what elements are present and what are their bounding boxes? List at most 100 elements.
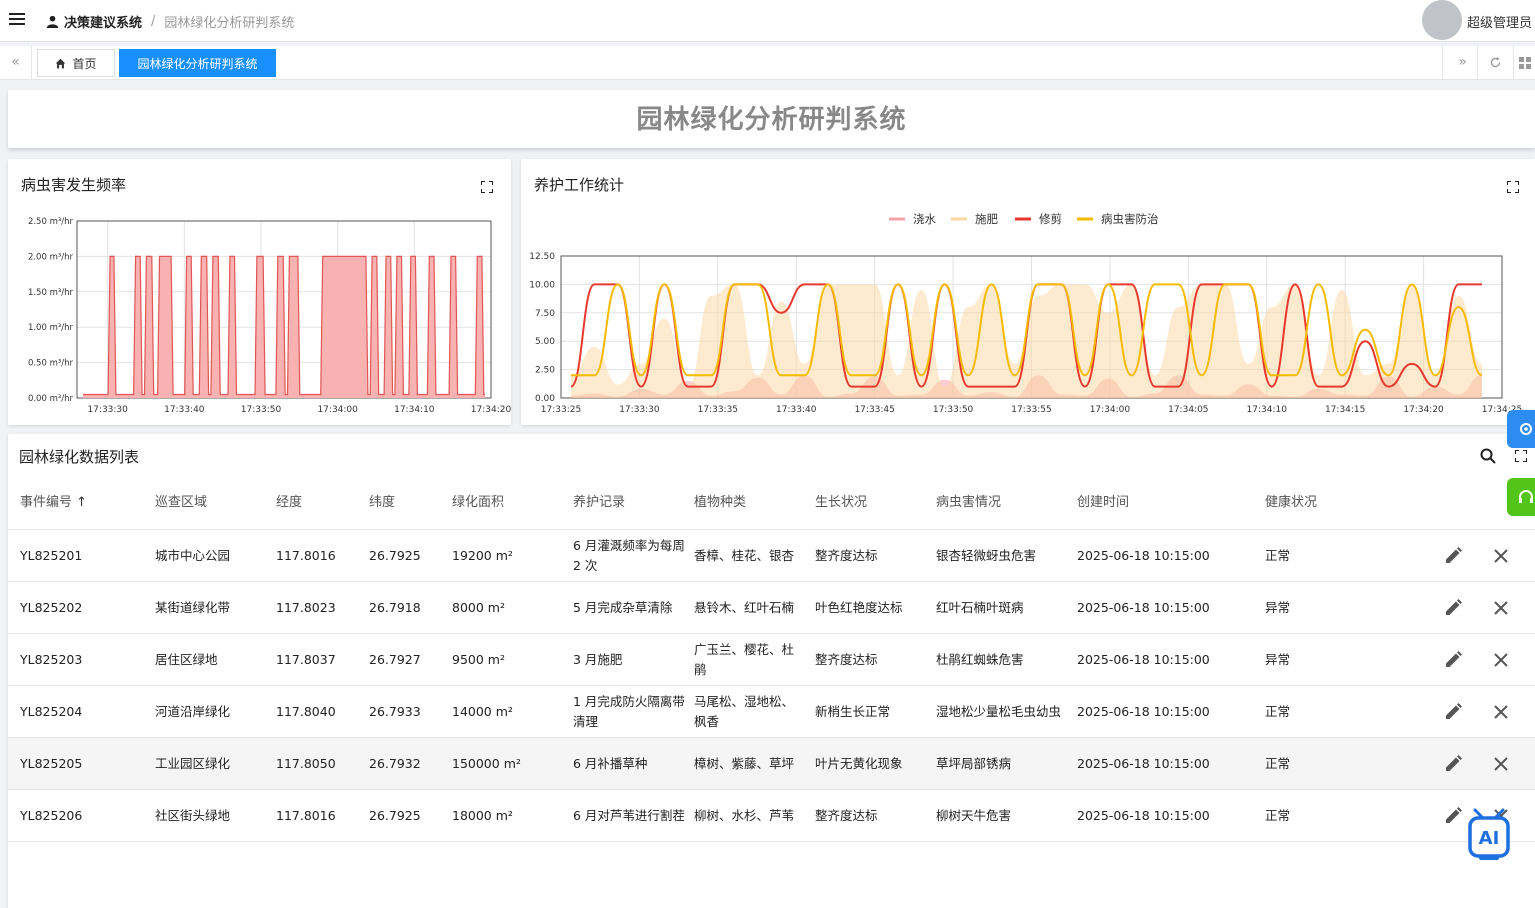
- x-tick-label: 17:34:05: [1168, 405, 1208, 415]
- close-icon[interactable]: [1491, 598, 1511, 618]
- table-row[interactable]: YL825203 居住区绿地 117.8037 26.7927 9500 m² 3 月施肥…: [8, 634, 1535, 686]
- avatar[interactable]: [1422, 0, 1462, 40]
- table-row[interactable]: YL825204 河道沿岸绿化 117.8040 26.7933 14000 m² 1 月…: [8, 686, 1535, 738]
- column-header: 巡查区域: [155, 491, 207, 510]
- refresh-icon[interactable]: [1477, 46, 1513, 80]
- table-cell: 2025-06-18 10:15:00: [1077, 703, 1210, 719]
- pencil-icon[interactable]: [1443, 598, 1463, 618]
- column-header-label: 纬度: [369, 495, 396, 510]
- table-cell: 正常: [1265, 807, 1291, 823]
- x-tick-label: 17:33:50: [241, 405, 282, 415]
- column-header[interactable]: 事件编号 ↑: [20, 491, 87, 510]
- x-tick-label: 17:34:10: [1247, 405, 1288, 415]
- pencil-icon[interactable]: [1443, 546, 1463, 566]
- column-header-label: 巡查区域: [155, 495, 208, 510]
- table-cell: 19200 m²: [452, 547, 513, 563]
- column-header-label: 创建时间: [1077, 495, 1130, 510]
- breadcrumb-separator: /: [151, 14, 156, 29]
- close-icon[interactable]: [1491, 754, 1511, 774]
- close-icon[interactable]: [1491, 702, 1511, 722]
- table-row[interactable]: YL825206 社区街头绿地 117.8016 26.7925 18000 m² 6 月…: [8, 790, 1535, 842]
- page-title: 园林绿化分析研判系统: [636, 105, 907, 135]
- pencil-icon[interactable]: [1443, 754, 1463, 774]
- table-cell: 城市中心公园: [155, 547, 231, 563]
- table-cell: 117.8037: [276, 651, 336, 667]
- table-cell: 异常: [1265, 599, 1291, 615]
- sort-asc-icon[interactable]: ↑: [72, 495, 87, 510]
- x-tick-label: 17:34:20: [1403, 405, 1444, 415]
- svg-text:AI: AI: [1479, 828, 1500, 849]
- y-tick-label: 1.50 m³/hr: [28, 288, 74, 298]
- column-header-label: 事件编号: [20, 495, 73, 510]
- table-cell: 5 月完成杂草清除: [573, 599, 673, 615]
- pencil-icon[interactable]: [1443, 650, 1463, 670]
- page-header: 园林绿化分析研判系统: [8, 90, 1535, 148]
- table-cell: 117.8016: [276, 807, 336, 823]
- legend-label: 修剪: [1039, 212, 1062, 226]
- table-row[interactable]: YL825202 某街道绿化带 117.8023 26.7918 8000 m² 5 月完…: [8, 582, 1535, 634]
- tab-home[interactable]: 首页: [37, 49, 115, 77]
- table-cell: 150000 m²: [452, 755, 521, 771]
- table-cell: 6 月补播草种: [573, 755, 648, 771]
- table-cell: YL825203: [20, 651, 83, 667]
- gear-icon: [1520, 423, 1532, 435]
- home-icon: [56, 58, 66, 68]
- table-cell: 117.8023: [276, 599, 336, 615]
- table-cell: 银杏轻微蚜虫危害: [936, 547, 1037, 563]
- scroll-left-icon[interactable]: «: [0, 46, 32, 80]
- x-tick-label: 17:33:40: [164, 405, 205, 415]
- x-tick-label: 17:33:35: [698, 405, 738, 415]
- hamburger-icon[interactable]: [9, 13, 25, 27]
- y-tick-label: 0.00 m³/hr: [28, 394, 74, 404]
- username[interactable]: 超级管理员: [1467, 12, 1532, 31]
- fullscreen-icon[interactable]: [1515, 450, 1527, 462]
- table-cell: 18000 m²: [452, 807, 513, 823]
- table-cell: 14000 m²: [452, 703, 513, 719]
- table-cell: 2025-06-18 10:15:00: [1077, 807, 1210, 823]
- table-cell: 26.7933: [369, 703, 421, 719]
- breadcrumb-root[interactable]: 决策建议系统: [64, 12, 142, 31]
- pencil-icon[interactable]: [1443, 702, 1463, 722]
- column-header: 植物种类: [694, 491, 746, 510]
- y-tick-label: 12.50: [529, 252, 555, 262]
- x-tick-label: 17:33:25: [541, 405, 581, 415]
- column-header-label: 养护记录: [573, 495, 626, 510]
- pest-frequency-card: 病虫害发生频率 17:33:30 17:33:40 17:33:50 17:34:00…: [8, 159, 511, 425]
- column-header: 健康状况: [1265, 491, 1317, 510]
- settings-button[interactable]: [1507, 410, 1535, 448]
- table-cell: YL825204: [20, 703, 83, 719]
- x-tick-label: 17:34:00: [317, 405, 358, 415]
- table-cell: 红叶石楠叶斑病: [936, 599, 1024, 615]
- table-cell: 26.7927: [369, 651, 421, 667]
- close-icon[interactable]: [1491, 546, 1511, 566]
- close-icon[interactable]: [1491, 650, 1511, 670]
- support-button[interactable]: [1507, 478, 1535, 516]
- x-tick-label: 17:33:45: [854, 405, 894, 415]
- table-cell: 杜鹃红蜘蛛危害: [936, 651, 1024, 667]
- column-header: 创建时间: [1077, 491, 1129, 510]
- column-header: 经度: [276, 491, 302, 510]
- pencil-icon[interactable]: [1443, 806, 1463, 826]
- column-header-label: 病虫害情况: [936, 495, 1002, 510]
- headset-icon: [1519, 490, 1533, 503]
- y-tick-label: 5.00: [535, 337, 555, 347]
- table-cell: 8000 m²: [452, 599, 505, 615]
- scroll-right-icon[interactable]: »: [1442, 46, 1482, 80]
- grid-icon[interactable]: [1513, 46, 1535, 80]
- table-cell: 叶色红艳度达标: [815, 599, 903, 615]
- y-tick-label: 2.50 m³/hr: [28, 217, 74, 227]
- table-row[interactable]: YL825201 城市中心公园 117.8016 26.7925 19200 m² 6 月…: [8, 530, 1535, 582]
- ai-robot-icon[interactable]: AI: [1467, 808, 1511, 862]
- tab-active[interactable]: 园林绿化分析研判系统: [119, 49, 276, 77]
- y-tick-label: 1.00 m³/hr: [28, 323, 74, 333]
- table-cell: 6 月灌溉频率为每周 2 次: [573, 537, 685, 573]
- table-cell: 26.7925: [369, 547, 421, 563]
- table-cell: 柳树天牛危害: [936, 807, 1012, 823]
- table-cell: 117.8040: [276, 703, 336, 719]
- table-cell: 居住区绿地: [155, 651, 218, 667]
- search-icon[interactable]: [1480, 448, 1496, 464]
- table-cell: 叶片无黄化现象: [815, 755, 903, 771]
- table-row[interactable]: YL825205 工业园区绿化 117.8050 26.7932 150000 m² 6 …: [8, 738, 1535, 790]
- x-tick-label: 17:34:00: [1090, 405, 1131, 415]
- x-tick-label: 17:34:15: [1325, 405, 1365, 415]
